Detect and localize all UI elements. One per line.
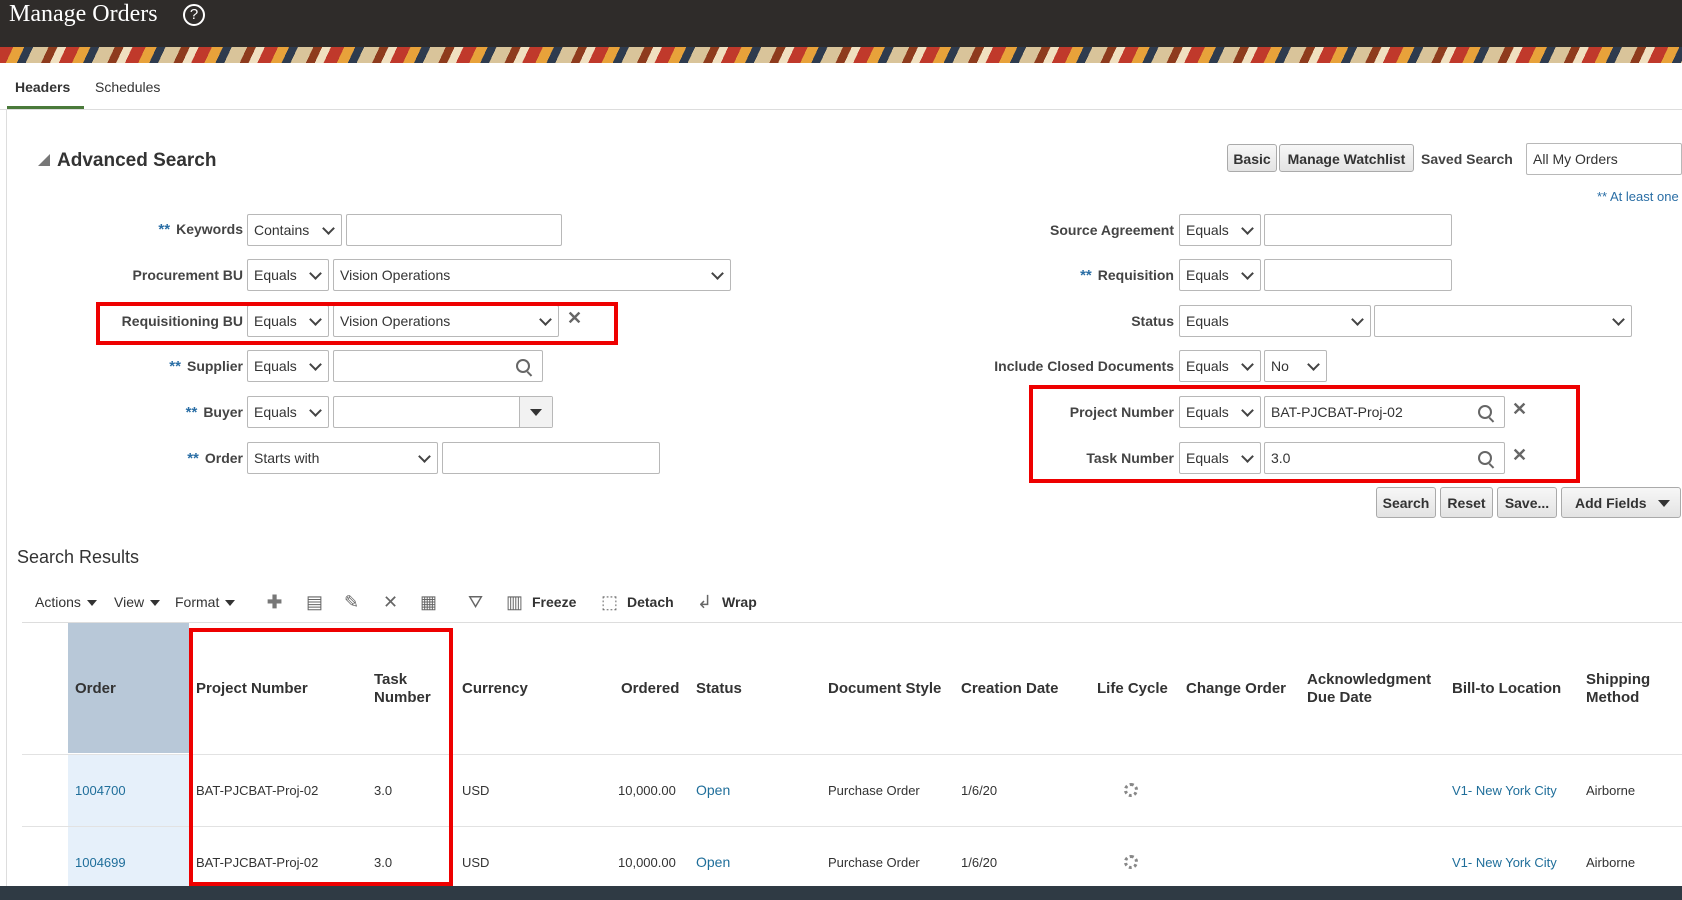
- shipping-method-cell: Airborne: [1586, 783, 1636, 798]
- status-operator-select[interactable]: Equals: [1179, 305, 1371, 337]
- search-icon[interactable]: [516, 359, 530, 373]
- bill-to-link[interactable]: V1- New York City: [1452, 855, 1557, 870]
- query-by-example-icon[interactable]: ⛛: [468, 592, 483, 613]
- highlight-box: [1029, 385, 1580, 483]
- source-agreement-operator-select[interactable]: Equals: [1179, 214, 1261, 246]
- page-header: Manage Orders ?: [0, 0, 1682, 47]
- wrap-icon[interactable]: ↲: [697, 592, 712, 613]
- document-style-cell: Purchase Order: [828, 783, 920, 798]
- procurement-bu-label: Procurement BU: [132, 267, 243, 283]
- manage-watchlist-button[interactable]: Manage Watchlist: [1279, 144, 1414, 172]
- active-tab-indicator: [7, 106, 84, 109]
- view-menu[interactable]: View: [114, 594, 161, 610]
- order-link[interactable]: 1004700: [75, 783, 126, 798]
- include-closed-label: Include Closed Documents: [994, 358, 1174, 374]
- taskbar: [0, 886, 1682, 900]
- procurement-bu-operator-select[interactable]: Equals: [247, 259, 329, 291]
- triangle-down-icon: [1658, 500, 1670, 507]
- keywords-operator-select[interactable]: Contains: [247, 214, 342, 246]
- procurement-bu-select[interactable]: Vision Operations: [333, 259, 731, 291]
- column-header-shipping-method[interactable]: Shipping Method: [1586, 671, 1650, 707]
- document-style-cell: Purchase Order: [828, 855, 920, 870]
- column-header-currency[interactable]: Currency: [462, 680, 528, 698]
- detach-icon[interactable]: ⬚: [601, 592, 618, 613]
- source-agreement-input[interactable]: [1264, 214, 1452, 246]
- status-link[interactable]: Open: [696, 854, 730, 870]
- collapse-triangle-icon[interactable]: [38, 154, 50, 166]
- wrap-button[interactable]: Wrap: [722, 594, 757, 610]
- column-header-document-style[interactable]: Document Style: [828, 680, 941, 698]
- bill-to-link[interactable]: V1- New York City: [1452, 783, 1557, 798]
- requisition-input[interactable]: [1264, 259, 1452, 291]
- column-header-order[interactable]: Order: [75, 680, 116, 698]
- order-operator-select[interactable]: Starts with: [247, 442, 438, 474]
- column-header-ordered[interactable]: Ordered: [621, 680, 679, 698]
- basic-button[interactable]: Basic: [1227, 144, 1277, 172]
- tab-schedules[interactable]: Schedules: [95, 79, 160, 95]
- column-header-acknowledgment-due-date[interactable]: Acknowledgment Due Date: [1307, 671, 1431, 707]
- keywords-label: ** Keywords: [158, 221, 243, 238]
- order-label: ** Order: [187, 450, 243, 467]
- actions-menu[interactable]: Actions: [35, 594, 97, 610]
- buyer-label: ** Buyer: [185, 404, 243, 421]
- format-menu[interactable]: Format: [175, 594, 236, 610]
- column-header-life-cycle[interactable]: Life Cycle: [1097, 680, 1168, 698]
- delete-icon[interactable]: ✕: [383, 592, 398, 613]
- include-closed-operator-select[interactable]: Equals: [1179, 350, 1261, 382]
- supplier-input[interactable]: [333, 350, 543, 382]
- currency-cell: USD: [462, 783, 490, 798]
- status-link[interactable]: Open: [696, 782, 730, 798]
- requisition-label: ** Requisition: [1080, 267, 1174, 284]
- saved-search-label: Saved Search: [1421, 151, 1513, 167]
- creation-date-cell: 1/6/20: [961, 855, 998, 870]
- ordered-cell: 10,000.00: [618, 855, 676, 870]
- source-agreement-label: Source Agreement: [1050, 222, 1174, 238]
- column-header-status[interactable]: Status: [696, 680, 742, 698]
- tab-bar: Headers Schedules: [0, 63, 1682, 110]
- advanced-search-title: Advanced Search: [57, 150, 217, 171]
- freeze-button[interactable]: Freeze: [532, 594, 576, 610]
- decorative-banner: [0, 47, 1682, 63]
- highlight-box: [96, 302, 618, 345]
- shipping-method-cell: Airborne: [1586, 855, 1636, 870]
- status-label: Status: [1131, 313, 1174, 329]
- buyer-input[interactable]: [333, 396, 553, 428]
- buyer-operator-select[interactable]: Equals: [247, 396, 329, 428]
- page-title: Manage Orders: [9, 1, 158, 27]
- help-icon[interactable]: ?: [183, 4, 205, 26]
- add-fields-button[interactable]: Add Fields: [1561, 487, 1681, 518]
- order-input[interactable]: [442, 442, 660, 474]
- life-cycle-icon[interactable]: [1124, 783, 1138, 797]
- keywords-input[interactable]: [346, 214, 562, 246]
- search-results-title: Search Results: [17, 547, 140, 567]
- supplier-operator-select[interactable]: Equals: [247, 350, 329, 382]
- search-button[interactable]: Search: [1376, 487, 1436, 518]
- requisition-operator-select[interactable]: Equals: [1179, 259, 1261, 291]
- column-header-creation-date[interactable]: Creation Date: [961, 680, 1059, 698]
- creation-date-cell: 1/6/20: [961, 783, 998, 798]
- column-icon[interactable]: ▦: [420, 592, 437, 613]
- supplier-label: ** Supplier: [169, 358, 243, 375]
- add-icon[interactable]: ✚: [267, 592, 282, 613]
- triangle-down-icon: [530, 409, 542, 416]
- at-least-one-note: ** At least one: [1597, 189, 1679, 204]
- detach-button[interactable]: Detach: [627, 594, 674, 610]
- currency-cell: USD: [462, 855, 490, 870]
- reset-button[interactable]: Reset: [1440, 487, 1493, 518]
- duplicate-icon[interactable]: ▤: [306, 592, 323, 613]
- include-closed-value-select[interactable]: No: [1264, 350, 1327, 382]
- highlight-box: [189, 628, 453, 886]
- life-cycle-icon[interactable]: [1124, 855, 1138, 869]
- column-header-bill-to-location[interactable]: Bill-to Location: [1452, 680, 1561, 698]
- tab-headers[interactable]: Headers: [15, 79, 70, 95]
- column-header-change-order[interactable]: Change Order: [1186, 680, 1286, 698]
- status-value-select[interactable]: [1374, 305, 1632, 337]
- save-button[interactable]: Save...: [1497, 487, 1557, 518]
- order-link[interactable]: 1004699: [75, 855, 126, 870]
- edit-icon[interactable]: ✎: [344, 592, 359, 613]
- saved-search-select[interactable]: All My Orders: [1526, 143, 1682, 175]
- ordered-cell: 10,000.00: [618, 783, 676, 798]
- buyer-dropdown-button[interactable]: [519, 397, 552, 427]
- freeze-icon[interactable]: ▥: [506, 592, 523, 613]
